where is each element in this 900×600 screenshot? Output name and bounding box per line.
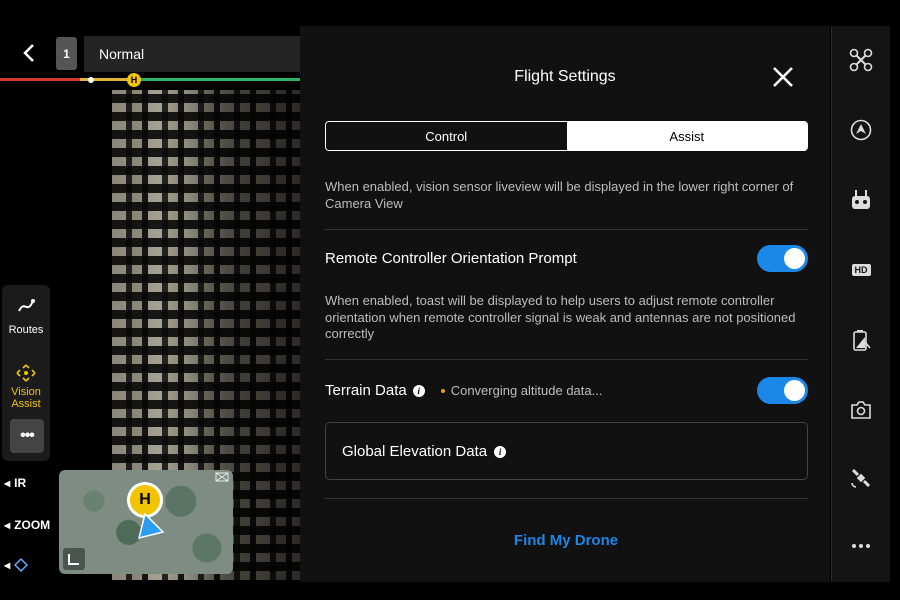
mode-number-badge: 1 <box>56 37 77 70</box>
flight-mode-selector[interactable]: Normal <box>84 36 300 72</box>
rc-orientation-text: Remote Controller Orientation Prompt <box>325 250 577 267</box>
vision-liveview-description: When enabled, vision sensor liveview wil… <box>325 179 794 211</box>
minimap[interactable]: H <box>59 470 233 574</box>
find-my-drone-link[interactable]: Find My Drone <box>300 532 832 549</box>
battery-bar <box>0 78 300 82</box>
routes-label: Routes <box>8 324 44 336</box>
map-layer-button[interactable] <box>63 548 85 570</box>
hd-icon[interactable]: HD <box>849 258 873 282</box>
caret-left-icon: ◀ <box>4 520 11 530</box>
global-elevation-label: Global Elevation Data <box>342 443 488 460</box>
camera-icon[interactable] <box>849 398 873 422</box>
obstacle-icon[interactable] <box>849 118 873 142</box>
right-toolbar: HD <box>831 26 890 582</box>
tab-control[interactable]: Control <box>326 122 567 150</box>
vision-assist-button[interactable]: Vision Assist <box>2 363 50 410</box>
terrain-data-label: Terrain Data <box>325 382 407 399</box>
rc-orientation-toggle[interactable] <box>757 245 808 272</box>
rc-orientation-description: When enabled, toast will be displayed to… <box>325 293 796 341</box>
info-icon[interactable]: i <box>412 384 425 397</box>
ir-label: IR <box>14 476 27 490</box>
focus-icon <box>14 558 29 572</box>
remote-controller-icon[interactable] <box>849 188 873 212</box>
global-elevation-row: Global Elevation Data i <box>342 443 507 460</box>
rc-orientation-label: Remote Controller Orientation Prompt <box>325 250 577 267</box>
drone-icon[interactable] <box>849 48 873 72</box>
chevron-left-icon <box>23 44 34 62</box>
routes-icon <box>18 299 35 312</box>
return-home-marker: H <box>127 73 141 87</box>
divider <box>325 498 808 499</box>
back-button[interactable] <box>16 40 42 66</box>
vision-assist-label-1: Vision <box>11 386 41 398</box>
left-tool-panel: Routes Vision Assist ••• <box>2 285 50 461</box>
zoom-button[interactable]: ◀ ZOOM <box>4 518 50 532</box>
close-icon <box>773 67 793 87</box>
terrain-data-toggle[interactable] <box>757 377 808 404</box>
focus-button[interactable]: ◀ <box>4 558 29 572</box>
status-dot-icon <box>440 388 445 393</box>
zoom-label: ZOOM <box>14 518 51 532</box>
more-button[interactable]: ••• <box>10 419 44 453</box>
expand-icon[interactable] <box>215 472 229 485</box>
vision-assist-icon <box>16 364 36 382</box>
ir-button[interactable]: ◀ IR <box>4 476 26 490</box>
divider <box>325 359 808 360</box>
global-elevation-card[interactable]: Global Elevation Data i <box>325 422 808 480</box>
tab-assist[interactable]: Assist <box>566 122 807 150</box>
battery-icon[interactable] <box>849 328 873 352</box>
routes-button[interactable]: Routes <box>2 295 50 336</box>
corner-icon <box>68 554 79 565</box>
satellite-icon[interactable] <box>849 466 873 490</box>
tab-bar: Control Assist <box>325 121 808 151</box>
modal-title: Flight Settings <box>514 68 616 85</box>
terrain-data-row: Terrain Data i Converging altitude data.… <box>325 382 602 399</box>
battery-level-marker <box>88 77 94 83</box>
vision-assist-label-2: Assist <box>11 398 41 410</box>
flight-mode-label: Normal <box>99 46 145 62</box>
caret-left-icon: ◀ <box>4 478 11 488</box>
aircraft-arrow-icon <box>137 512 165 540</box>
flight-settings-panel: Flight Settings Control Assist When enab… <box>300 26 830 582</box>
caret-left-icon: ◀ <box>4 560 11 570</box>
more-icon[interactable] <box>849 534 873 558</box>
terrain-status-text: Converging altitude data... <box>450 383 603 398</box>
info-icon[interactable]: i <box>494 445 507 458</box>
divider <box>325 229 808 230</box>
close-button[interactable] <box>770 64 796 90</box>
